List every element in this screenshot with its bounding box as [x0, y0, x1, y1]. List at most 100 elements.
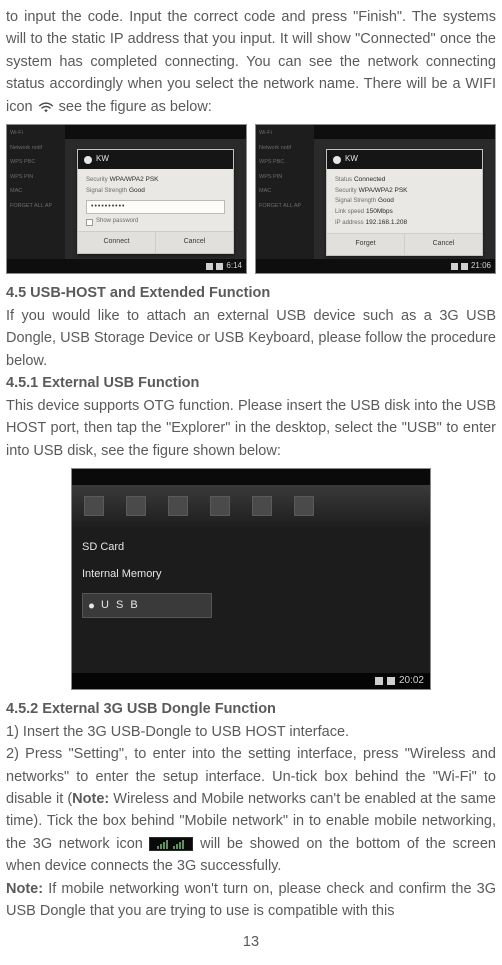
- explorer-tab[interactable]: [126, 496, 146, 516]
- status-bar-bottom: 6:14: [7, 259, 246, 273]
- security-value: WPA/WPA2 PSK: [359, 187, 408, 194]
- note-label: Note:: [72, 791, 109, 807]
- dialog-body: Status Connected Security WPA/WPA2 PSK S…: [327, 169, 482, 233]
- signal-bars-icon: [173, 840, 184, 849]
- wifi-dialog: KW Status Connected Security WPA/WPA2 PS…: [326, 149, 483, 255]
- left-item: Network notif: [259, 144, 311, 153]
- status-time: 21:06: [471, 260, 491, 272]
- left-item: Network notif: [10, 144, 62, 153]
- left-item: WPS PBC: [259, 158, 311, 167]
- explorer-sidebar: SD Card Internal Memory U S B: [82, 539, 212, 618]
- explorer-screenshot: SD Card Internal Memory U S B 20:02: [71, 468, 431, 690]
- speed-value: 150Mbps: [366, 208, 393, 215]
- signal-value: Good: [129, 187, 145, 194]
- status-bar-bottom: 21:06: [256, 259, 495, 273]
- tab-icon: [126, 496, 146, 516]
- status-icon: [461, 263, 468, 270]
- dialog-header: KW: [327, 150, 482, 168]
- left-item: WPS PIN: [10, 173, 62, 182]
- intro-paragraph: to input the code. Input the correct cod…: [6, 6, 496, 118]
- show-password-label: Show password: [96, 217, 138, 226]
- explorer-tab[interactable]: [252, 496, 272, 516]
- security-value: WPA/WPA2 PSK: [110, 176, 159, 183]
- tab-icon: [210, 496, 230, 516]
- status-value: Connected: [354, 176, 385, 183]
- left-item: FORGET ALL AP: [10, 202, 62, 211]
- wifi-dialog: KW Security WPA/WPA2 PSK Signal Strength…: [77, 149, 234, 253]
- left-item: FORGET ALL AP: [259, 202, 311, 211]
- speed-label: Link speed: [335, 209, 364, 215]
- wifi-left-panel: Wi-Fi Network notif WPS PBC WPS PIN MAC …: [256, 125, 314, 273]
- wifi-screenshot-row: Wi-Fi Network notif WPS PBC WPS PIN MAC …: [6, 124, 496, 274]
- status-icon: [375, 677, 383, 685]
- info-icon: [84, 156, 92, 164]
- signal-bars-icon: [157, 840, 168, 849]
- heading-4-5-2: 4.5.2 External 3G USB Dongle Function: [6, 698, 496, 720]
- dialog-title: KW: [96, 153, 109, 165]
- left-item: MAC: [259, 187, 311, 196]
- cancel-button[interactable]: Cancel: [404, 234, 482, 255]
- wifi-icon: [37, 100, 55, 114]
- left-item: WPS PIN: [259, 173, 311, 182]
- forget-button[interactable]: Forget: [327, 234, 404, 255]
- sidebar-item-usb[interactable]: U S B: [82, 593, 212, 618]
- show-password-row[interactable]: Show password: [86, 217, 225, 226]
- left-item: MAC: [10, 187, 62, 196]
- tab-icon: [252, 496, 272, 516]
- security-label: Security: [335, 188, 357, 194]
- note-text: If mobile networking won't turn on, plea…: [6, 881, 496, 919]
- explorer-tab[interactable]: [168, 496, 188, 516]
- security-label: Security: [86, 177, 108, 183]
- heading-4-5: 4.5 USB-HOST and Extended Function: [6, 282, 496, 304]
- para-4-5-2-note: Note: If mobile networking won't turn on…: [6, 878, 496, 923]
- signal-label: Signal Strength: [86, 188, 127, 194]
- dialog-actions: Forget Cancel: [327, 233, 482, 255]
- explorer-tab[interactable]: [84, 496, 104, 516]
- heading-4-5-1: 4.5.1 External USB Function: [6, 372, 496, 394]
- mobile-network-icon: [149, 837, 193, 851]
- para-4-5-2-step1: 1) Insert the 3G USB-Dongle to USB HOST …: [6, 721, 496, 743]
- dialog-actions: Connect Cancel: [78, 231, 233, 253]
- intro-text-b: see the figure as below:: [59, 99, 212, 115]
- status-icon: [451, 263, 458, 270]
- dialog-header: KW: [78, 150, 233, 168]
- status-bar-top: [72, 469, 430, 485]
- sidebar-item-internal[interactable]: Internal Memory: [82, 566, 212, 583]
- wifi-connect-screenshot: Wi-Fi Network notif WPS PBC WPS PIN MAC …: [6, 124, 247, 274]
- connect-button[interactable]: Connect: [78, 232, 155, 253]
- wifi-connected-screenshot: Wi-Fi Network notif WPS PBC WPS PIN MAC …: [255, 124, 496, 274]
- left-item: Wi-Fi: [259, 129, 311, 138]
- cancel-button[interactable]: Cancel: [155, 232, 233, 253]
- left-item: Wi-Fi: [10, 129, 62, 138]
- status-icon: [216, 263, 223, 270]
- password-input[interactable]: ••••••••••: [86, 200, 225, 214]
- status-label: Status: [335, 177, 352, 183]
- explorer-tab[interactable]: [210, 496, 230, 516]
- explorer-tab[interactable]: [294, 496, 314, 516]
- dialog-title: KW: [345, 153, 358, 165]
- explorer-tabbar: [72, 485, 430, 527]
- status-bar-bottom: 20:02: [72, 673, 430, 689]
- para-4-5: If you would like to attach an external …: [6, 305, 496, 372]
- tab-icon: [168, 496, 188, 516]
- status-time: 20:02: [399, 673, 424, 689]
- info-icon: [333, 156, 341, 164]
- signal-label: Signal Strength: [335, 198, 376, 204]
- sidebar-item-sdcard[interactable]: SD Card: [82, 539, 212, 556]
- ip-value: 192.168.1.208: [366, 219, 408, 226]
- ip-label: IP address: [335, 220, 364, 226]
- checkbox-icon[interactable]: [86, 219, 93, 226]
- signal-value: Good: [378, 197, 394, 204]
- status-icon: [387, 677, 395, 685]
- note-label: Note:: [6, 881, 43, 897]
- para-4-5-1: This device supports OTG function. Pleas…: [6, 395, 496, 462]
- status-time: 6:14: [226, 260, 242, 272]
- page-number: 13: [6, 931, 496, 953]
- status-icon: [206, 263, 213, 270]
- left-item: WPS PBC: [10, 158, 62, 167]
- tab-icon: [84, 496, 104, 516]
- wifi-left-panel: Wi-Fi Network notif WPS PBC WPS PIN MAC …: [7, 125, 65, 273]
- tab-icon: [294, 496, 314, 516]
- para-4-5-2-step2: 2) Press "Setting", to enter into the se…: [6, 743, 496, 878]
- dialog-body: Security WPA/WPA2 PSK Signal Strength Go…: [78, 169, 233, 231]
